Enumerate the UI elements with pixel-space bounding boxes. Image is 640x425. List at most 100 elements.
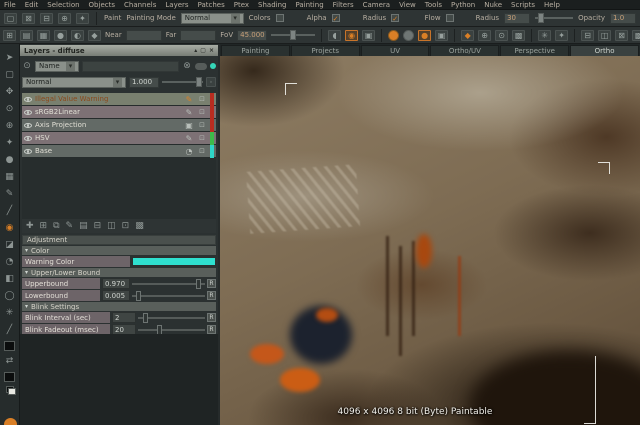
layer-row[interactable]: HSV ✎ ⊡ — [22, 132, 216, 145]
tab-ortho[interactable]: Ortho — [570, 45, 639, 56]
gesture-icon[interactable]: ✦ — [76, 13, 89, 24]
menu-patches[interactable]: Patches — [198, 1, 225, 9]
menu-python[interactable]: Python — [451, 1, 475, 9]
menu-selection[interactable]: Selection — [47, 1, 79, 9]
add-layer-icon[interactable]: ✚ — [26, 221, 34, 231]
menu-file[interactable]: File — [4, 1, 16, 9]
new-project-icon[interactable]: ▢ — [4, 13, 17, 24]
radius-field[interactable]: 30 — [504, 13, 530, 24]
adjustment-header[interactable]: Adjustment — [22, 235, 216, 245]
upperbound-slider[interactable] — [132, 283, 205, 285]
upperbound-knob[interactable] — [196, 279, 201, 289]
menu-tools[interactable]: Tools — [425, 1, 442, 9]
upperbound-field[interactable]: 0.970 — [102, 278, 130, 289]
clear-buffer-icon[interactable]: ⊠ — [615, 30, 628, 41]
smudge-tool-icon[interactable]: ◯ — [3, 290, 17, 303]
visibility-eye-icon[interactable] — [24, 149, 32, 154]
canvas-viewport[interactable]: 4096 x 4096 8 bit (Byte) Paintable — [220, 56, 640, 425]
upperbound-reset-button[interactable]: R — [207, 279, 216, 288]
menu-edit[interactable]: Edit — [25, 1, 39, 9]
group-layers-icon[interactable]: ◫ — [107, 221, 116, 231]
blur-tool-icon[interactable]: ● — [3, 154, 17, 167]
fov-field[interactable]: 45.000 — [237, 30, 267, 41]
near-field[interactable] — [126, 30, 162, 41]
close-project-icon[interactable]: ⊠ — [22, 13, 35, 24]
visibility-eye-icon[interactable] — [24, 110, 32, 115]
layer-row[interactable]: Illegal Value Warning ✎ ⊡ — [22, 93, 216, 106]
foreground-color-swatch[interactable] — [4, 341, 15, 351]
menu-filters[interactable]: Filters — [333, 1, 354, 9]
palette-close-icon[interactable]: × — [209, 47, 214, 54]
color-group-header[interactable]: ▾ Color — [22, 246, 216, 255]
fov-slider[interactable] — [271, 34, 315, 36]
layer-row[interactable]: sRGB2Linear ✎ ⊡ — [22, 106, 216, 119]
remove-layer-icon[interactable]: ▩ — [135, 221, 144, 231]
layer-amount-slider[interactable] — [162, 81, 203, 83]
zoom-tool-icon[interactable]: ⊙ — [3, 103, 17, 116]
layers-palette-titlebar[interactable]: Layers - diffuse ▴ ▢ × — [20, 45, 218, 56]
blink-fadeout-slider[interactable] — [138, 329, 205, 331]
layer-row[interactable]: Axis Projection ▣ ⊡ — [22, 119, 216, 132]
flow-checkbox[interactable] — [446, 14, 454, 22]
marquee-select-tool-icon[interactable]: ▢ — [3, 69, 17, 82]
lowerbound-knob[interactable] — [136, 291, 141, 301]
tab-uv[interactable]: UV — [361, 45, 430, 56]
layer-filter-input[interactable] — [82, 61, 179, 72]
eyedropper-tool-icon[interactable]: ╱ — [3, 205, 17, 218]
lowerbound-reset-button[interactable]: R — [207, 291, 216, 300]
visibility-eye-icon[interactable] — [24, 136, 32, 141]
spray-icon[interactable]: ✳ — [538, 30, 551, 41]
blink-interval-slider[interactable] — [138, 317, 205, 319]
clone-stamp-tool-icon[interactable]: ✎ — [3, 188, 17, 201]
layer-lock-icon[interactable]: ⊡ — [197, 121, 207, 129]
merge-layers-icon[interactable]: ⊟ — [94, 221, 102, 231]
add-procedural-layer-icon[interactable]: ▤ — [79, 221, 88, 231]
filter-toggle[interactable] — [195, 63, 207, 70]
clear-filter-icon[interactable]: ⊗ — [182, 60, 192, 73]
lowerbound-slider[interactable] — [132, 295, 205, 297]
radius-slider[interactable] — [535, 17, 573, 19]
lowerbound-field[interactable]: 0.005 — [102, 290, 130, 301]
flat-sphere-icon[interactable]: ◐ — [71, 30, 84, 41]
reset-colors-swatch[interactable] — [6, 386, 14, 393]
blink-group-header[interactable]: ▾ Blink Settings — [22, 302, 216, 311]
buffer-settings-icon[interactable]: ▩ — [632, 30, 640, 41]
blink-interval-knob[interactable] — [143, 313, 148, 323]
add-layer-mask-icon[interactable]: ⊞ — [40, 221, 48, 231]
blink-fadeout-knob[interactable] — [157, 325, 162, 335]
tab-painting[interactable]: Painting — [221, 45, 290, 56]
lighting-full-icon[interactable]: ▣ — [362, 30, 375, 41]
blink-interval-reset-button[interactable]: R — [207, 313, 216, 322]
wireframe-icon[interactable]: ⊞ — [3, 30, 16, 41]
blink-fadeout-reset-button[interactable]: R — [207, 325, 216, 334]
layer-row[interactable]: Base ◔ ⊡ — [22, 145, 216, 158]
tab-ortho-uv[interactable]: Ortho/UV — [430, 45, 499, 56]
image-icon[interactable]: ▤ — [20, 30, 33, 41]
layer-amount-field[interactable]: 1.000 — [129, 77, 159, 88]
mirror-xy-icon[interactable]: ▩ — [512, 30, 525, 41]
active-brush-color-icon[interactable] — [4, 418, 17, 425]
palette-float-icon[interactable]: ▢ — [200, 47, 206, 54]
menu-camera[interactable]: Camera — [363, 1, 390, 9]
menu-scripts[interactable]: Scripts — [511, 1, 535, 9]
menu-painting[interactable]: Painting — [295, 1, 323, 9]
line-tool-icon[interactable]: ╱ — [3, 324, 17, 337]
sharpen-tool-icon[interactable]: ✳ — [3, 307, 17, 320]
shaded-sphere-icon[interactable]: ● — [54, 30, 67, 41]
add-adjustment-layer-icon[interactable]: ✎ — [66, 221, 74, 231]
menu-layers[interactable]: Layers — [165, 1, 188, 9]
layer-lock-icon[interactable]: ⊡ — [197, 147, 207, 155]
menu-ptex[interactable]: Ptex — [234, 1, 249, 9]
paint-tool-icon[interactable]: ◉ — [3, 222, 17, 235]
lighting-basic-icon[interactable]: ◉ — [345, 30, 358, 41]
shadow-sphere-icon[interactable]: ● — [418, 30, 431, 41]
node-plug-icon[interactable]: ⊕ — [58, 13, 71, 24]
menu-shading[interactable]: Shading — [258, 1, 286, 9]
spray-edit-icon[interactable]: ✦ — [555, 30, 568, 41]
warp-tool-icon[interactable]: ✦ — [3, 137, 17, 150]
opacity-field[interactable]: 1.0 — [610, 13, 636, 24]
far-field[interactable] — [180, 30, 216, 41]
fov-slider-knob[interactable] — [290, 30, 296, 40]
layer-amount-knob[interactable] — [196, 77, 202, 87]
select-tool-icon[interactable]: ➤ — [3, 52, 17, 65]
